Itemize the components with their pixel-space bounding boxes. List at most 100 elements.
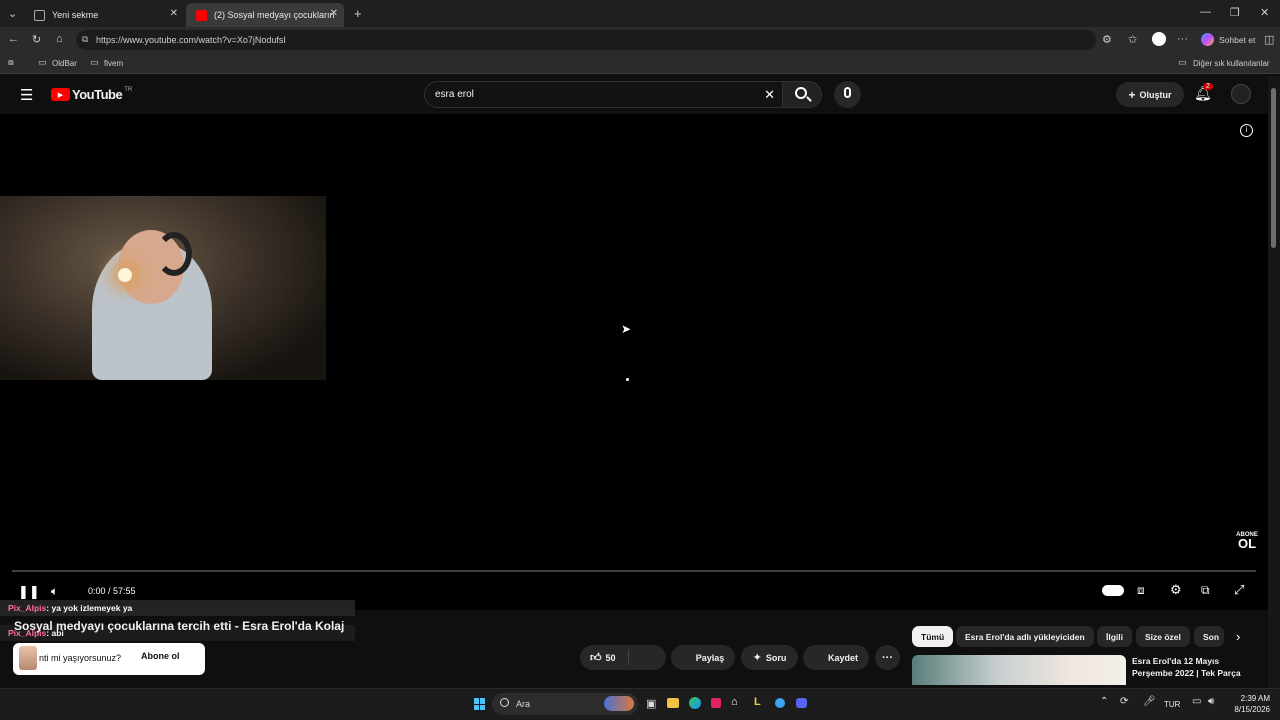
channel-subscribe-card: nti mi yaşıyorsunuz? Abone ol — [13, 643, 205, 675]
logo-text: YouTube — [72, 87, 123, 102]
bookmarks-bar: ⧇ ▭ OldBar ▭ fivem ▭ Diğer sık kullanıla… — [0, 54, 1280, 74]
discord-icon[interactable] — [796, 698, 807, 708]
info-icon[interactable]: i — [1240, 124, 1253, 137]
display-icon[interactable]: ▭ — [1192, 696, 1201, 707]
show-hidden-icons[interactable]: ⌃ — [1100, 696, 1108, 707]
dislike-button[interactable] — [636, 651, 656, 665]
tab-label: Yeni sekme — [52, 10, 99, 20]
restore-icon[interactable]: ❐ — [1230, 6, 1240, 19]
chip-all[interactable]: Tümü — [912, 626, 954, 647]
more-actions-button[interactable]: ··· — [875, 645, 900, 670]
browser-tab-bar: ⌄ Yeni sekme ✕ (2) Sosyal medyayı çocukl… — [0, 0, 1280, 27]
folder-icon: ▭ — [90, 57, 99, 67]
taskbar-search[interactable]: Ara — [492, 693, 638, 715]
copilot-label[interactable]: Sohbet et — [1219, 35, 1255, 45]
sidebar-icon[interactable]: ◫ — [1264, 33, 1274, 46]
language-indicator[interactable]: TUR — [1164, 700, 1180, 709]
search-icon-handle — [806, 96, 812, 102]
youtube-logo[interactable]: ▶ YouTube TR — [51, 87, 132, 102]
app-icon-red[interactable] — [711, 698, 721, 708]
ask-button[interactable]: ✦ Soru — [741, 645, 798, 670]
more-options-icon[interactable]: ··· — [1177, 33, 1188, 45]
autoplay-toggle[interactable] — [1102, 585, 1124, 596]
task-view-icon[interactable]: ▣ — [646, 697, 656, 710]
start-menu-icon[interactable] — [474, 698, 486, 710]
chip-for-you[interactable]: Size özel — [1136, 626, 1190, 647]
settings-gear-icon[interactable]: ⚙ — [1170, 582, 1182, 598]
avatar[interactable] — [1231, 84, 1251, 104]
edge-browser-icon[interactable] — [689, 697, 701, 709]
lamp-glow — [118, 268, 132, 282]
folder-icon: ▭ — [38, 57, 47, 67]
clear-search-icon[interactable]: ✕ — [764, 87, 775, 103]
search-input[interactable]: esra erol ✕ — [424, 81, 786, 108]
chevron-right-icon[interactable]: › — [1236, 629, 1240, 644]
pause-button[interactable]: ❚❚ — [18, 584, 40, 600]
app-icon-blue[interactable] — [775, 698, 785, 708]
related-video-thumbnail[interactable] — [912, 655, 1126, 685]
video-title: Sosyal medyayı çocuklarına tercih etti -… — [14, 619, 345, 633]
extensions-icon[interactable]: ⚙ — [1102, 33, 1112, 46]
address-bar[interactable]: ⧉ https://www.youtube.com/watch?v=Xo7jNo… — [76, 30, 1096, 50]
clock[interactable]: 2:39 AM 8/15/2026 — [1226, 693, 1270, 715]
microphone-tray-icon[interactable]: 🎤︎ — [1143, 696, 1156, 707]
search-value: esra erol — [435, 89, 474, 100]
home-icon[interactable]: ⌂ — [56, 33, 63, 45]
subtitles-icon[interactable]: ⧈ — [1137, 583, 1145, 598]
like-button[interactable]: 👍︎ 50 — [590, 651, 616, 664]
subscribe-button[interactable]: Abone ol — [141, 651, 180, 661]
fullscreen-icon[interactable]: ⤢ — [1234, 582, 1244, 598]
like-count: 50 — [605, 652, 616, 663]
tab-list-icon[interactable]: ⌄ — [8, 7, 17, 20]
bookmark-oldbar[interactable]: OldBar — [52, 59, 77, 68]
save-button[interactable]: Kaydet — [803, 645, 869, 670]
search-button[interactable] — [782, 81, 822, 108]
close-tab-icon[interactable]: ✕ — [330, 8, 338, 19]
tab-youtube[interactable]: (2) Sosyal medyayı çocuklarına terc ✕ — [186, 3, 344, 27]
miniplayer-icon[interactable]: ⧉ — [1201, 583, 1210, 598]
url-text: https://www.youtube.com/watch?v=Xo7jNodu… — [96, 35, 286, 45]
new-tab-icon[interactable]: + — [354, 6, 362, 21]
volume-icon[interactable]: 🔈︎ — [51, 584, 58, 599]
file-explorer-icon[interactable] — [667, 698, 679, 708]
site-info-icon[interactable]: ⧉ — [82, 34, 88, 45]
speaker-icon[interactable]: 🔊︎ — [1208, 696, 1214, 707]
taskbar-search-placeholder: Ara — [516, 699, 531, 709]
related-video-title[interactable]: Esra Erol'da 12 Mayıs Perşembe 2022 | Te… — [1132, 655, 1262, 679]
other-bookmarks[interactable]: Diğer sık kullanılanlar — [1193, 59, 1269, 68]
chat-bubble-text: nti mi yaşıyorsunuz? — [39, 653, 122, 663]
copilot-icon[interactable] — [1201, 33, 1214, 46]
favorites-icon[interactable]: ✩ — [1128, 33, 1137, 46]
create-button[interactable]: + Oluştur — [1116, 82, 1184, 107]
chip-from-uploader[interactable]: Esra Erol'da adlı yükleyiciden — [956, 626, 1094, 647]
plus-icon: + — [1128, 87, 1136, 102]
minimize-icon[interactable]: — — [1200, 6, 1211, 18]
tab-new-tab[interactable]: Yeni sekme ✕ — [24, 3, 184, 27]
search-icon — [500, 698, 509, 707]
collections-icon[interactable]: ⧇ — [8, 57, 14, 68]
chip-related[interactable]: İlgili — [1097, 626, 1132, 647]
refresh-icon[interactable]: ↻ — [32, 33, 41, 46]
thumbs-up-icon: 👍︎ — [590, 652, 602, 664]
close-tab-icon[interactable]: ✕ — [170, 8, 178, 19]
clock-date: 8/15/2026 — [1234, 705, 1270, 714]
new-tab-page-icon — [34, 9, 45, 21]
bookmark-fivem[interactable]: fivem — [104, 59, 123, 68]
back-icon[interactable]: ← — [8, 33, 19, 45]
chat-text: : ya yok izlemeyek ya — [46, 603, 133, 613]
channel-watermark[interactable]: ABONE OL — [1232, 532, 1262, 550]
extension-profile-icon[interactable] — [1152, 32, 1166, 46]
menu-icon[interactable]: ☰ — [20, 86, 33, 104]
voice-search-button[interactable] — [834, 81, 861, 108]
share-button[interactable]: Paylaş — [671, 645, 735, 670]
scrollbar-thumb[interactable] — [1271, 88, 1276, 248]
notifications-button[interactable]: 🔔︎ 2 — [1194, 83, 1213, 103]
app-icon-mountain[interactable]: ⌂ — [731, 696, 738, 708]
mouse-cursor-icon: ➤ — [621, 322, 632, 336]
chat-username: Pix_Alpis — [8, 603, 47, 613]
chip-recent[interactable]: Son — [1194, 626, 1224, 647]
app-icon-yellow[interactable]: L — [754, 696, 761, 708]
progress-bar[interactable] — [12, 570, 1256, 572]
sync-icon[interactable]: ⟳ — [1120, 696, 1128, 707]
close-window-icon[interactable]: ✕ — [1260, 6, 1269, 19]
